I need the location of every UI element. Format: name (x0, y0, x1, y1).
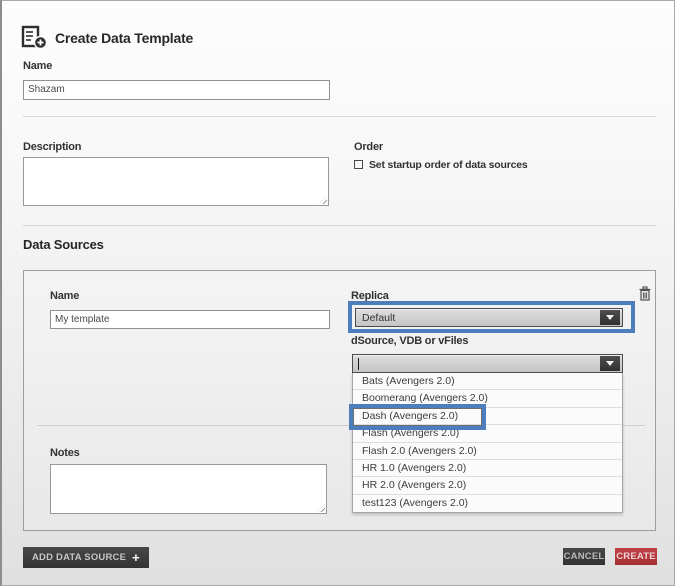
create-data-template-dialog: Create Data Template Name Description Or… (0, 0, 675, 586)
replica-label: Replica (351, 290, 389, 302)
startup-order-checkbox-label: Set startup order of data sources (369, 159, 528, 171)
create-button[interactable]: CREATE (615, 548, 657, 565)
divider (23, 225, 656, 226)
dropdown-option[interactable]: HR 1.0 (Avengers 2.0) (353, 460, 622, 477)
dsource-dropdown-button[interactable] (600, 356, 620, 371)
replica-selected-value: Default (362, 309, 395, 326)
source-name-input[interactable] (50, 310, 330, 329)
notes-label: Notes (50, 447, 80, 459)
document-plus-icon (21, 25, 48, 50)
replica-select[interactable]: Default (355, 308, 623, 327)
startup-order-checkbox[interactable] (354, 160, 363, 169)
chevron-down-icon (606, 361, 614, 366)
dropdown-option[interactable]: Flash (Avengers 2.0) (353, 425, 622, 442)
dropdown-option[interactable]: test123 (Avengers 2.0) (353, 495, 622, 512)
order-label: Order (354, 141, 383, 153)
description-textarea[interactable] (23, 157, 329, 206)
add-data-source-label: ADD DATA SOURCE (32, 552, 126, 563)
plus-icon: + (132, 551, 140, 564)
chevron-down-icon (606, 315, 614, 320)
add-data-source-button[interactable]: ADD DATA SOURCE + (23, 547, 149, 568)
dropdown-option[interactable]: Bats (Avengers 2.0) (353, 373, 622, 390)
dsource-combobox[interactable] (352, 354, 623, 373)
divider (23, 116, 656, 117)
name-input[interactable] (23, 80, 330, 100)
text-cursor (358, 358, 359, 370)
dsource-option-list: Bats (Avengers 2.0) Boomerang (Avengers … (352, 373, 623, 513)
trash-icon[interactable] (638, 286, 652, 302)
dsource-label: dSource, VDB or vFiles (351, 335, 468, 347)
replica-dropdown-button[interactable] (600, 310, 620, 325)
data-source-card: Name Replica Default dSource, VDB or vFi… (23, 270, 656, 531)
dropdown-option[interactable]: Boomerang (Avengers 2.0) (353, 390, 622, 407)
cancel-button[interactable]: CANCEL (563, 548, 605, 565)
notes-textarea[interactable] (50, 464, 327, 514)
source-name-label: Name (50, 290, 79, 302)
dropdown-option[interactable]: Flash 2.0 (Avengers 2.0) (353, 443, 622, 460)
data-sources-heading: Data Sources (23, 237, 104, 252)
page-title: Create Data Template (55, 30, 193, 46)
dropdown-option[interactable]: HR 2.0 (Avengers 2.0) (353, 477, 622, 494)
dropdown-option[interactable]: Dash (Avengers 2.0) (353, 408, 622, 425)
description-label: Description (23, 141, 81, 153)
name-label: Name (23, 60, 52, 72)
